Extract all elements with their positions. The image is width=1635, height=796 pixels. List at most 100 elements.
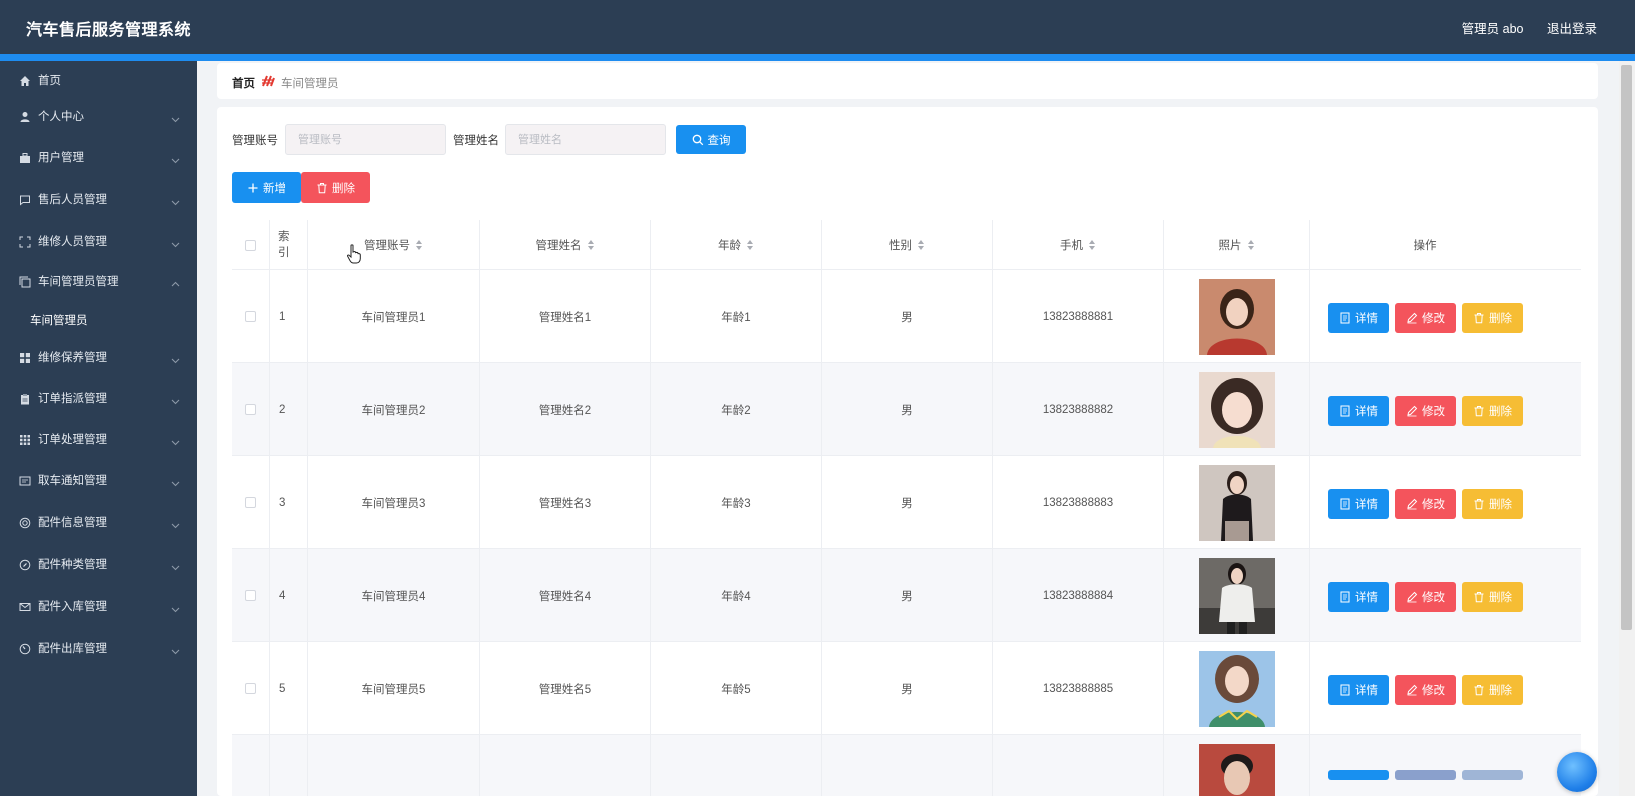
edit-button[interactable]: 修改 bbox=[1395, 582, 1456, 612]
sidebar-item-label: 售后人员管理 bbox=[38, 194, 107, 206]
avatar[interactable] bbox=[1198, 744, 1275, 796]
delete-button[interactable]: 删除 bbox=[1462, 303, 1523, 333]
logout-link[interactable]: 退出登录 bbox=[1547, 22, 1597, 36]
chevron-down-icon bbox=[171, 194, 180, 206]
sidebar-subitem-workshop-admin[interactable]: 车间管理员 bbox=[0, 302, 197, 338]
chevron-down-icon bbox=[171, 393, 180, 405]
row-age: 年龄4 bbox=[651, 549, 822, 642]
sidebar-item-parts-inbound[interactable]: 配件入库管理 bbox=[0, 587, 197, 627]
row-age: 年龄1 bbox=[651, 270, 822, 363]
sidebar-item-users[interactable]: 用户管理 bbox=[0, 138, 197, 178]
sort-icon[interactable] bbox=[918, 239, 925, 251]
message-icon bbox=[18, 474, 32, 488]
edit-button[interactable]: 修改 bbox=[1395, 396, 1456, 426]
sidebar-item-order-process[interactable]: 订单处理管理 bbox=[0, 420, 197, 460]
chevron-down-icon bbox=[171, 601, 180, 613]
delete-button[interactable]: 删除 bbox=[1462, 489, 1523, 519]
trash-icon bbox=[1474, 406, 1484, 417]
account-search-input[interactable] bbox=[285, 124, 446, 155]
delete-button[interactable]: 删除 bbox=[1462, 396, 1523, 426]
clipboard-icon bbox=[18, 392, 32, 406]
detail-button[interactable]: 详情 bbox=[1328, 303, 1389, 333]
edit-button[interactable]: 修改 bbox=[1395, 303, 1456, 333]
sidebar-item-repair-staff[interactable]: 维修人员管理 bbox=[0, 222, 197, 262]
sidebar-item-home[interactable]: 首页 bbox=[0, 61, 197, 101]
detail-button[interactable]: 详情 bbox=[1328, 396, 1389, 426]
floating-assistant-button[interactable] bbox=[1557, 752, 1597, 792]
sidebar-item-parts-outbound[interactable]: 配件出库管理 bbox=[0, 629, 197, 669]
delete-button[interactable] bbox=[1462, 770, 1523, 780]
chevron-down-icon bbox=[171, 643, 180, 655]
avatar[interactable] bbox=[1198, 278, 1275, 355]
users-icon bbox=[18, 151, 32, 165]
select-all-checkbox[interactable] bbox=[245, 239, 256, 251]
sort-icon[interactable] bbox=[1089, 239, 1096, 251]
delete-button[interactable]: 删除 bbox=[1462, 582, 1523, 612]
avatar[interactable] bbox=[1198, 464, 1275, 541]
sort-icon[interactable] bbox=[1247, 239, 1255, 251]
row-age: 年龄2 bbox=[651, 363, 822, 456]
row-index: 1 bbox=[270, 270, 308, 363]
sidebar-item-parts-category[interactable]: 配件种类管理 bbox=[0, 545, 197, 585]
sidebar-item-label: 个人中心 bbox=[38, 111, 84, 123]
compass-icon bbox=[18, 558, 32, 572]
edit-button[interactable]: 修改 bbox=[1395, 489, 1456, 519]
copy-icon bbox=[18, 275, 32, 289]
scrollbar-thumb[interactable] bbox=[1621, 65, 1632, 630]
sidebar-item-workshop-admin[interactable]: 车间管理员管理 bbox=[0, 262, 197, 302]
sidebar-item-pickup-notice[interactable]: 取车通知管理 bbox=[0, 461, 197, 501]
breadcrumb: 首页 车间管理员 bbox=[217, 63, 1598, 99]
query-button-label: 查询 bbox=[707, 134, 731, 147]
chevron-down-icon bbox=[171, 111, 180, 123]
detail-button[interactable] bbox=[1328, 770, 1389, 780]
header-name[interactable]: 管理姓名 bbox=[480, 220, 651, 270]
detail-button[interactable]: 详情 bbox=[1328, 675, 1389, 705]
header-age[interactable]: 年龄 bbox=[651, 220, 822, 270]
header-account[interactable]: 管理账号 bbox=[308, 220, 480, 270]
current-user-label[interactable]: 管理员 abo bbox=[1462, 22, 1524, 36]
sidebar-item-parts-info[interactable]: 配件信息管理 bbox=[0, 503, 197, 543]
sort-icon[interactable] bbox=[416, 239, 423, 251]
detail-button[interactable]: 详情 bbox=[1328, 489, 1389, 519]
batch-delete-button[interactable]: 删除 bbox=[301, 172, 370, 203]
avatar[interactable] bbox=[1198, 557, 1275, 634]
breadcrumb-home[interactable]: 首页 bbox=[232, 75, 255, 91]
row-checkbox[interactable] bbox=[245, 590, 256, 601]
detail-button[interactable]: 详情 bbox=[1328, 582, 1389, 612]
edit-icon bbox=[1407, 498, 1418, 510]
row-checkbox[interactable] bbox=[245, 683, 256, 694]
header-phone[interactable]: 手机 bbox=[993, 220, 1164, 270]
hand-cursor-icon bbox=[347, 244, 361, 264]
name-search-input[interactable] bbox=[505, 124, 666, 155]
trash-icon bbox=[1474, 592, 1484, 603]
row-phone: 13823888884 bbox=[993, 549, 1164, 642]
trash-icon bbox=[1474, 685, 1484, 696]
edit-button[interactable]: 修改 bbox=[1395, 675, 1456, 705]
fullscreen-icon bbox=[18, 235, 32, 249]
row-checkbox[interactable] bbox=[245, 311, 256, 322]
sidebar-item-order-assign[interactable]: 订单指派管理 bbox=[0, 379, 197, 419]
edit-icon bbox=[1407, 405, 1418, 417]
search-icon bbox=[692, 134, 703, 145]
header-photo[interactable]: 照片 bbox=[1164, 220, 1310, 270]
row-checkbox[interactable] bbox=[245, 404, 256, 415]
sidebar-item-maintenance[interactable]: 维修保养管理 bbox=[0, 338, 197, 378]
delete-button[interactable]: 删除 bbox=[1462, 675, 1523, 705]
query-button[interactable]: 查询 bbox=[676, 125, 746, 154]
sort-icon[interactable] bbox=[587, 239, 595, 251]
edit-button[interactable] bbox=[1395, 770, 1456, 780]
apps-icon bbox=[18, 433, 32, 447]
document-icon bbox=[1340, 498, 1350, 510]
sidebar-item-aftersales-staff[interactable]: 售后人员管理 bbox=[0, 180, 197, 220]
add-button[interactable]: 新增 bbox=[232, 172, 301, 203]
sort-icon[interactable] bbox=[747, 239, 754, 251]
row-gender: 男 bbox=[822, 270, 993, 363]
sidebar-item-profile[interactable]: 个人中心 bbox=[0, 97, 197, 137]
row-name: 管理姓名2 bbox=[480, 363, 651, 456]
avatar[interactable] bbox=[1198, 371, 1275, 448]
row-checkbox[interactable] bbox=[245, 497, 256, 508]
row-account: 车间管理员3 bbox=[308, 456, 480, 549]
edit-icon bbox=[1407, 312, 1418, 324]
avatar[interactable] bbox=[1198, 650, 1275, 727]
header-gender[interactable]: 性别 bbox=[822, 220, 993, 270]
